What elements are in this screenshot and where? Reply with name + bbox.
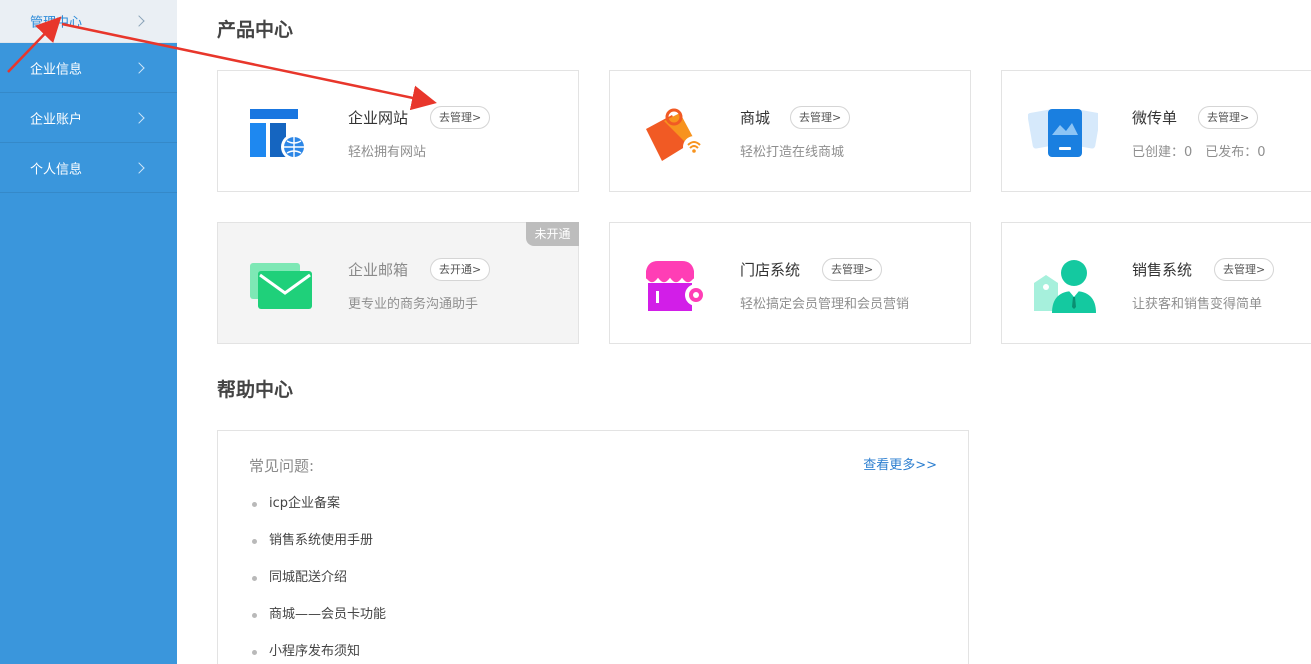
product-description: 让获客和销售变得简单 (1132, 297, 1263, 312)
product-card-sales[interactable]: 销售系统 去管理> 让获客和销售变得简单 (1001, 222, 1311, 344)
salesperson-icon (1034, 260, 1096, 313)
faq-item[interactable]: 商城——会员卡功能 (252, 606, 386, 643)
faq-list: icp企业备案 销售系统使用手册 同城配送介绍 商城——会员卡功能 小程序发布须… (252, 495, 386, 664)
faq-item[interactable]: 同城配送介绍 (252, 569, 386, 606)
sidebar-item-label: 个人信息 (30, 162, 83, 177)
manage-button[interactable]: 去管理> (1214, 258, 1275, 281)
product-description: 轻松打造在线商城 (740, 145, 845, 160)
faq-item[interactable]: 销售系统使用手册 (252, 532, 386, 569)
faq-item[interactable]: 小程序发布须知 (252, 643, 386, 664)
activate-button[interactable]: 去开通> (430, 258, 491, 281)
sidebar: 管理中心 企业信息 企业账户 个人信息 (0, 0, 177, 664)
help-panel: 常见问题: 查看更多>> icp企业备案 销售系统使用手册 同城配送介绍 商城—… (217, 430, 969, 664)
product-name: 门店系统 (740, 261, 801, 279)
product-name: 销售系统 (1132, 261, 1193, 279)
product-card-email[interactable]: 企业邮箱 去开通> 更专业的商务沟通助手 未开通 (217, 222, 579, 344)
faq-label: 常见问题: (249, 457, 315, 475)
mail-icon (250, 263, 312, 309)
sidebar-item-company-info[interactable]: 企业信息 (0, 43, 177, 93)
product-name: 企业网站 (348, 109, 409, 127)
product-name: 商城 (740, 109, 771, 127)
product-description: 轻松拥有网站 (348, 145, 427, 160)
sidebar-item-label: 管理中心 (30, 15, 83, 31)
store-icon (645, 261, 706, 311)
product-stats: 已创建：0 已发布：0 (1132, 145, 1266, 160)
manage-button[interactable]: 去管理> (822, 258, 883, 281)
website-icon (250, 109, 307, 160)
help-center-title: 帮助中心 (217, 379, 294, 401)
product-card-mall[interactable]: 商城 去管理> 轻松打造在线商城 (609, 70, 971, 192)
product-description: 轻松搞定会员管理和会员营销 (740, 297, 910, 312)
manage-button[interactable]: 去管理> (430, 106, 491, 129)
view-more-link[interactable]: 查看更多>> (863, 454, 937, 473)
not-activated-badge: 未开通 (526, 222, 579, 246)
faq-item[interactable]: icp企业备案 (252, 495, 386, 532)
sidebar-item-label: 企业账户 (30, 112, 83, 127)
sidebar-item-management-center[interactable]: 管理中心 (0, 0, 177, 43)
product-name: 企业邮箱 (348, 261, 409, 279)
chevron-right-icon (133, 61, 145, 74)
shopping-bag-icon (646, 108, 705, 161)
flyer-icon (1028, 109, 1098, 157)
sidebar-item-label: 企业信息 (30, 62, 83, 77)
product-description: 更专业的商务沟通助手 (348, 297, 479, 312)
sidebar-item-company-account[interactable]: 企业账户 (0, 93, 177, 143)
product-card-store[interactable]: 门店系统 去管理> 轻松搞定会员管理和会员营销 (609, 222, 971, 344)
chevron-right-icon (133, 161, 145, 174)
chevron-right-icon (133, 111, 145, 124)
chevron-right-icon (133, 15, 145, 27)
product-card-flyer[interactable]: 微传单 去管理> 已创建：0 已发布：0 (1001, 70, 1311, 192)
product-center-title: 产品中心 (217, 19, 294, 41)
product-name: 微传单 (1132, 109, 1178, 127)
manage-button[interactable]: 去管理> (790, 106, 851, 129)
sidebar-item-personal-info[interactable]: 个人信息 (0, 143, 177, 193)
manage-button[interactable]: 去管理> (1198, 106, 1259, 129)
product-card-website[interactable]: 企业网站 去管理> 轻松拥有网站 (217, 70, 579, 192)
